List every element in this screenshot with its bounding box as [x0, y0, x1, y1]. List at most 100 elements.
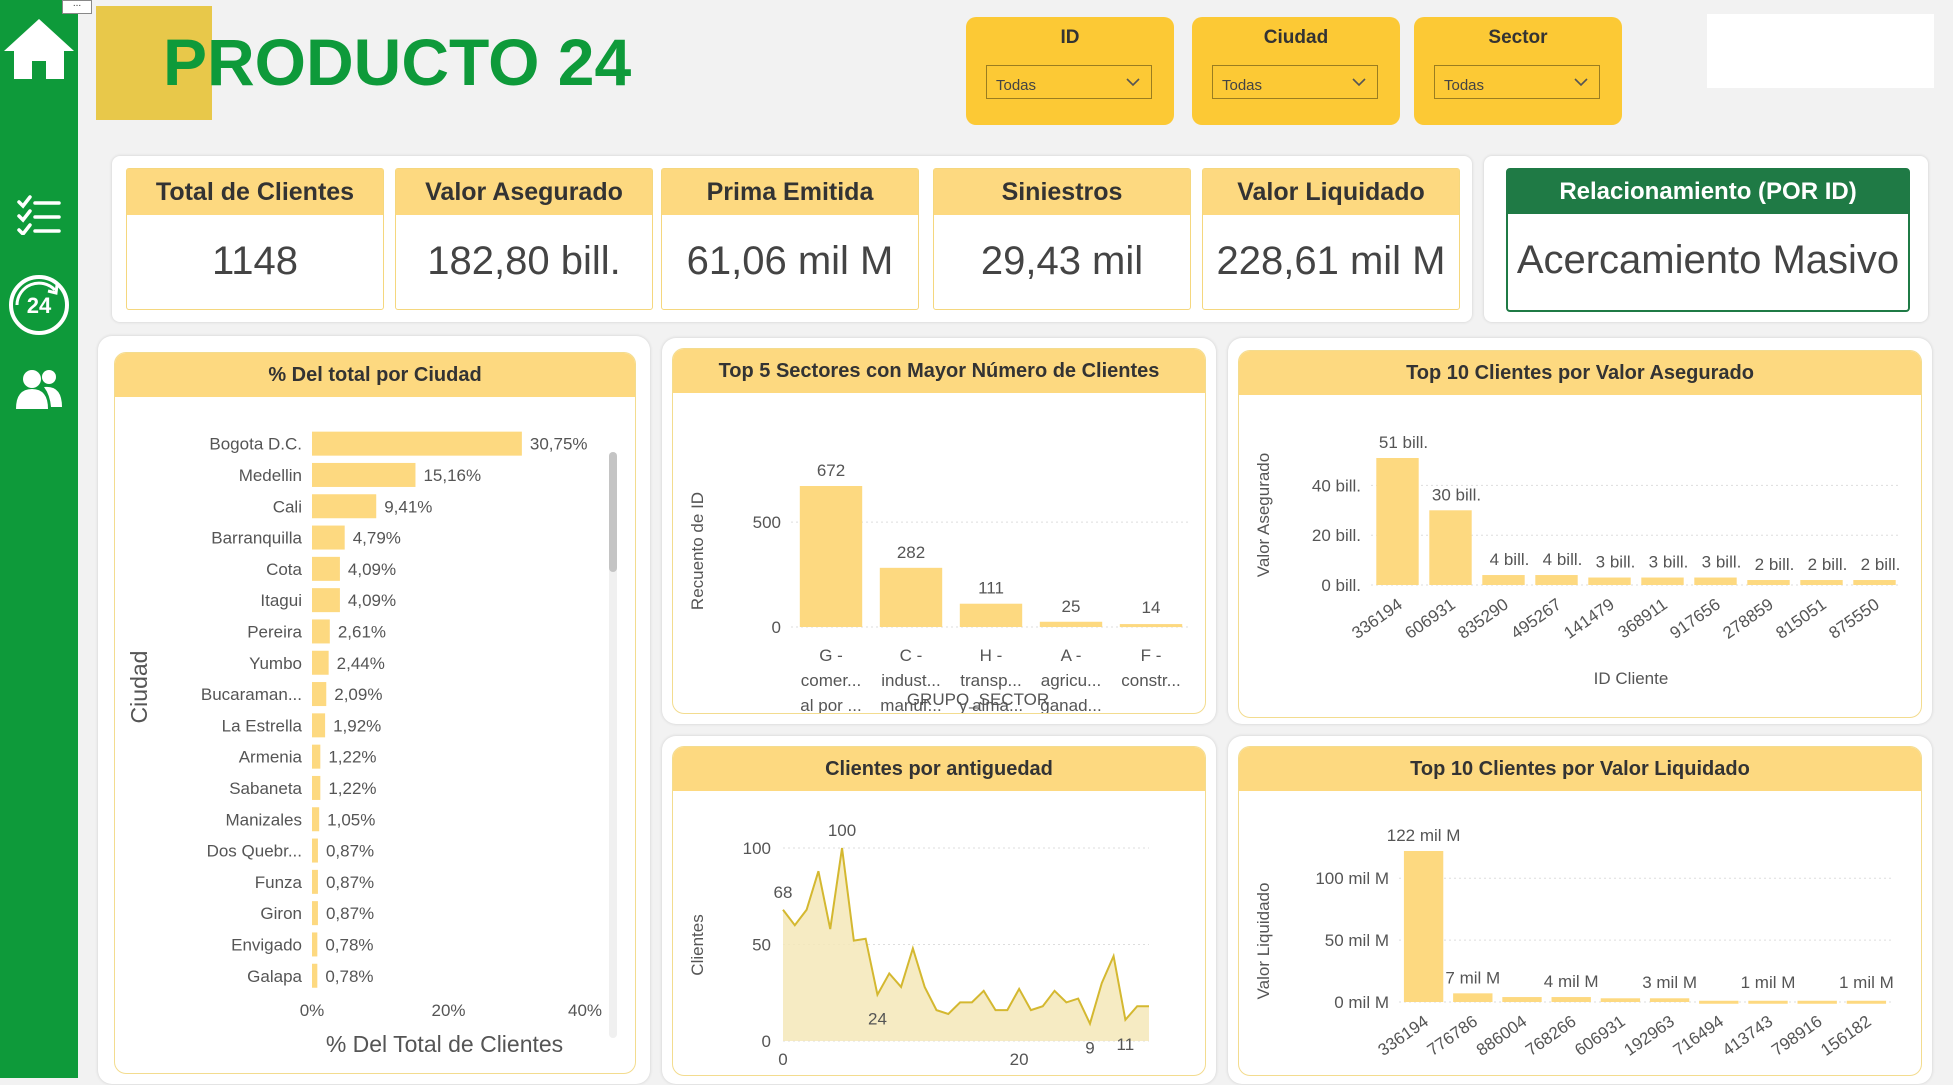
category-label: Bogota D.C.	[209, 435, 302, 454]
data-label: 3 bill.	[1649, 553, 1689, 572]
category-label: 815051	[1772, 595, 1829, 643]
kpi-label: Prima Emitida	[662, 169, 918, 215]
x-axis-title: % Del Total de Clientes	[326, 1031, 563, 1057]
blank-box	[1707, 14, 1934, 88]
y-tick-label: 0 bill.	[1321, 576, 1361, 595]
chart-sectores-plot: 0 500 672 G - comer... al por ... 282 C - indust…	[688, 461, 1191, 713]
y-tick-label: 0 mil M	[1334, 993, 1389, 1012]
y-tick-label: 0	[762, 1032, 771, 1051]
kpi-value: 61,06 mil M	[686, 239, 894, 283]
data-label: 14	[1142, 598, 1161, 617]
category-label: A -	[1061, 646, 1082, 665]
category-label: 413743	[1719, 1012, 1776, 1060]
menu-dots[interactable]: ...	[62, 0, 92, 14]
bar	[312, 963, 318, 988]
filter-id: ID Todas	[966, 17, 1174, 125]
category-label: comer...	[801, 671, 861, 690]
bar	[1588, 577, 1631, 585]
y-tick-label: 0	[772, 618, 781, 637]
bar	[879, 567, 943, 627]
category-label: Itagui	[260, 591, 302, 610]
data-label: 30,75%	[530, 435, 588, 454]
kpi-value: 29,43 mil	[980, 239, 1144, 283]
bar	[1846, 1000, 1887, 1004]
data-label: 1 mil M	[1839, 973, 1894, 992]
category-label: agricu...	[1041, 671, 1101, 690]
category-label: Dos Quebr...	[207, 842, 302, 861]
kpi-valor-liquidado: Valor Liquidado 228,61 mil M	[1202, 168, 1460, 310]
filter-sector-dropdown[interactable]: Todas	[1434, 65, 1600, 99]
clock-24-icon[interactable]: 24	[0, 272, 78, 338]
chart-title: Top 10 Clientes por Valor Asegurado	[1239, 351, 1921, 395]
y-tick-label: 50 mil M	[1325, 931, 1389, 950]
category-label: La Estrella	[222, 716, 303, 735]
data-label: 11	[1117, 1035, 1135, 1054]
category-label: 495267	[1507, 595, 1564, 643]
kpi-label: Relacionamiento (POR ID)	[1508, 170, 1908, 214]
filter-ciudad: Ciudad Todas	[1192, 17, 1400, 125]
bar	[312, 775, 321, 800]
category-label: Manizales	[225, 810, 302, 829]
category-label: 192963	[1621, 1012, 1678, 1060]
filter-value: Todas	[996, 77, 1037, 94]
data-label: 0,87%	[326, 904, 374, 923]
bar	[312, 838, 318, 863]
home-icon[interactable]	[0, 14, 78, 84]
data-label: 1,22%	[328, 779, 376, 798]
category-label: 768266	[1522, 1012, 1579, 1060]
kpi-label: Valor Asegurado	[396, 169, 652, 215]
data-label: 0,87%	[326, 873, 374, 892]
category-label: indust...	[881, 671, 941, 690]
category-label: Cali	[273, 497, 302, 516]
data-label: 30 bill.	[1432, 485, 1481, 504]
bar	[312, 462, 416, 487]
filter-value: Todas	[1222, 77, 1263, 94]
bar	[312, 619, 330, 644]
kpi-total-clientes: Total de Clientes 1148	[126, 168, 384, 310]
chevron-down-icon	[1352, 78, 1366, 87]
bar	[1429, 510, 1472, 585]
chart-valor-liquidado: Top 10 Clientes por Valor Liquidado 0 mi…	[1238, 746, 1922, 1076]
category-label: H -	[980, 646, 1003, 665]
chart-antiguedad-plot: 0501006810024911020Antiguedad (Años)Clie…	[688, 821, 1149, 1069]
kpi-label: Total de Clientes	[127, 169, 383, 215]
bar	[312, 682, 327, 707]
filter-id-dropdown[interactable]: Todas	[986, 65, 1152, 99]
kpi-prima-emitida: Prima Emitida 61,06 mil M	[661, 168, 919, 310]
chevron-down-icon	[1574, 78, 1588, 87]
filter-ciudad-dropdown[interactable]: Todas	[1212, 65, 1378, 99]
bar	[312, 901, 318, 926]
users-icon[interactable]	[0, 362, 78, 418]
chart-valor-liquidado-plot: 0 mil M50 mil M100 mil M122 mil M3361947…	[1254, 826, 1894, 1060]
kpi-valor-asegurado: Valor Asegurado 182,80 bill.	[395, 168, 653, 310]
data-label: 1 mil M	[1741, 973, 1796, 992]
bar	[1600, 998, 1641, 1002]
bar	[312, 932, 318, 957]
category-label: Giron	[260, 904, 302, 923]
bar	[1699, 1000, 1739, 1004]
data-label: 282	[897, 543, 925, 562]
bar	[312, 744, 321, 769]
data-label: 111	[978, 579, 1004, 598]
category-label: Medellin	[239, 466, 302, 485]
bar	[312, 650, 329, 675]
category-label: Envigado	[231, 935, 302, 954]
y-axis-title: Clientes	[688, 914, 707, 975]
category-label: transp...	[960, 671, 1021, 690]
category-label: Armenia	[239, 748, 303, 767]
y-tick-label: 50	[752, 936, 771, 955]
checklist-icon[interactable]	[0, 190, 78, 240]
data-label: 2 bill.	[1808, 555, 1848, 574]
x-tick-label: 40%	[568, 1001, 602, 1020]
data-label: 2 bill.	[1755, 555, 1795, 574]
category-label: 606931	[1571, 1012, 1628, 1060]
bar	[1800, 580, 1843, 585]
filter-label: Sector	[1488, 27, 1548, 48]
data-label: 4 mil M	[1544, 972, 1599, 991]
kpi-value: 182,80 bill.	[427, 239, 621, 283]
category-label: Funza	[255, 873, 303, 892]
bar	[1694, 577, 1737, 585]
category-label: Pereira	[247, 622, 302, 641]
page-title: PRODUCTO 24	[163, 25, 632, 99]
category-label: 917656	[1666, 595, 1723, 643]
